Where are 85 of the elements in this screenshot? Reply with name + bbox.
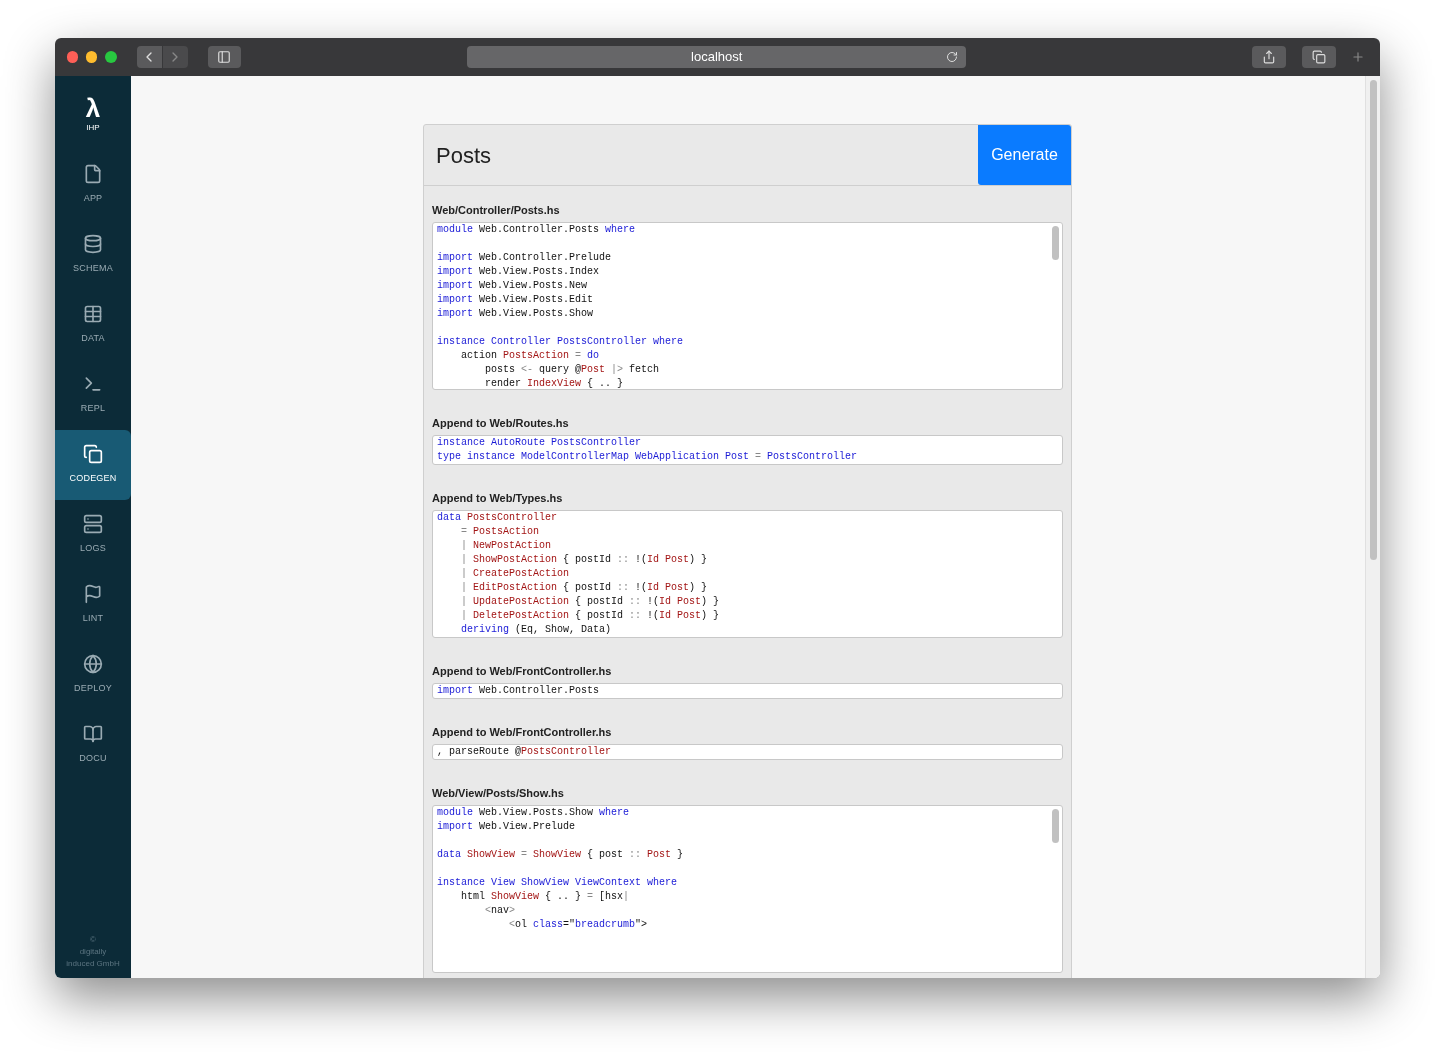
footer-text: induced GmbH [66, 958, 120, 970]
code-line: , parseRoute @PostsController [437, 745, 613, 759]
file-label: Append to Web/Types.hs [432, 491, 564, 505]
code-editor[interactable] [432, 222, 1063, 390]
sidebar-item[interactable]: REPL [55, 360, 131, 430]
scrollbar[interactable] [1052, 809, 1059, 843]
code-line: import Web.Controller.Prelude [437, 251, 613, 265]
address-bar[interactable]: localhost [467, 46, 967, 68]
sidebar-item[interactable]: DATA [55, 290, 131, 360]
back-button[interactable] [136, 46, 162, 68]
code-line: import Web.View.Posts.Show [437, 307, 595, 321]
card-title: Posts [435, 141, 493, 170]
code-line: import Web.View.Posts.Edit [437, 293, 595, 307]
code-line: instance Controller PostsController where [437, 335, 685, 349]
code-line: instance AutoRoute PostsController [437, 436, 643, 450]
code-line: data PostsController [437, 511, 559, 525]
generate-button[interactable]: Generate [978, 125, 1071, 185]
code-line: module Web.Controller.Posts where [437, 223, 637, 237]
sidebar-item[interactable]: LOGS [55, 500, 131, 570]
code-line: | NewPostAction [460, 539, 553, 553]
scroll-thumb[interactable] [1369, 80, 1377, 560]
code-line: import Web.View.Posts.Index [437, 265, 601, 279]
sidebar-item[interactable]: LINT [55, 570, 131, 640]
code-editor[interactable]: , parseRoute @PostsController [432, 744, 1063, 760]
tabs-button[interactable] [1301, 46, 1336, 68]
sidebar-item[interactable]: SCHEMA [55, 220, 131, 290]
code-line: render IndexView { .. } [484, 377, 625, 389]
code-editor[interactable]: instance AutoRoute PostsController type instance ModelControllerMap WebApplication Post = PostsController [432, 435, 1063, 465]
code-line: | ShowPostAction { postId :: !(Id Post) } [460, 553, 709, 567]
code-line: | UpdatePostAction { postId :: !(Id Post) } [460, 595, 721, 609]
code-editor[interactable]: module Web.View.Posts.Show where import Web.View.Prelude data ShowView = ShowView { post :: Post } instance View ShowView ViewContext where html ShowView { .. } = [hsx| <nav> <ol class="breadcrumb"> [432, 805, 1063, 973]
reload-icon[interactable] [946, 51, 959, 63]
code-line: | EditPostAction { postId :: !(Id Post) } [460, 581, 709, 595]
file-label: Web/View/Posts/Show.hs [432, 786, 565, 800]
code-line: import Web.Controller.Posts [437, 684, 601, 698]
code-line: = PostsAction [460, 525, 541, 539]
server-icon [83, 514, 103, 535]
code-line: deriving (Eq, Show, Data) [460, 623, 613, 637]
book-icon [83, 724, 103, 745]
close-icon[interactable] [67, 51, 79, 63]
code-line: data ShowView = ShowView { post :: Post } [437, 848, 685, 862]
page-scrollbar[interactable] [1365, 76, 1380, 978]
panel-icon [217, 50, 232, 64]
code-line: <ol class="breadcrumb"> [508, 918, 649, 932]
scrollbar[interactable] [1052, 226, 1059, 260]
plus-icon [1350, 50, 1365, 64]
code-line: <nav> [484, 904, 517, 918]
code-line: instance View ShowView ViewContext where [437, 876, 679, 890]
logo[interactable]: λ [85, 96, 101, 120]
footer-text: digitally [79, 946, 107, 958]
logo-label: IHP [86, 122, 100, 134]
code-line: html ShowView { .. } = [hsx| [460, 890, 631, 904]
flag-icon [83, 584, 103, 605]
footer-text: © [90, 934, 96, 946]
code-line: action PostsAction = do [460, 349, 601, 363]
code-editor[interactable]: import Web.Controller.Posts [432, 683, 1063, 699]
file-label: Web/Controller/Posts.hs [432, 203, 561, 217]
globe-icon [83, 654, 103, 675]
code-line: module Web.View.Posts.Show where [437, 806, 631, 820]
code-line: import Web.View.Prelude [437, 820, 577, 834]
file-label: Append to Web/Routes.hs [432, 416, 570, 430]
forward-button[interactable] [162, 46, 188, 68]
code-line: posts <- query @Post |> fetch [484, 363, 661, 377]
code-line: | DeletePostAction { postId :: !(Id Post) } [460, 609, 721, 623]
file-label: Append to Web/FrontController.hs [432, 725, 613, 739]
zoom-icon[interactable] [105, 51, 117, 63]
file-label: Append to Web/FrontController.hs [432, 664, 613, 678]
minimize-icon[interactable] [86, 51, 98, 63]
copy-icon [83, 444, 103, 465]
sidebar-item[interactable]: CODEGEN [55, 430, 131, 500]
table-icon [83, 304, 103, 325]
code-line: | CreatePostAction [460, 567, 571, 581]
tabs-icon [1311, 50, 1326, 64]
share-icon [1262, 50, 1277, 64]
sidebar-item[interactable]: DEPLOY [55, 640, 131, 710]
code-line: import Web.View.Posts.New [437, 279, 589, 293]
database-icon [83, 234, 103, 255]
code-editor[interactable] [432, 510, 1063, 638]
code-line: type instance ModelControllerMap WebApplication Post = PostsController [437, 450, 859, 464]
sidebar-item[interactable]: DOCU [55, 710, 131, 780]
file-icon [83, 164, 103, 185]
address-text: localhost [691, 48, 743, 67]
sidebar-item[interactable]: APP [55, 150, 131, 220]
sidebar-toggle-button[interactable] [207, 46, 242, 68]
share-button[interactable] [1252, 46, 1286, 68]
